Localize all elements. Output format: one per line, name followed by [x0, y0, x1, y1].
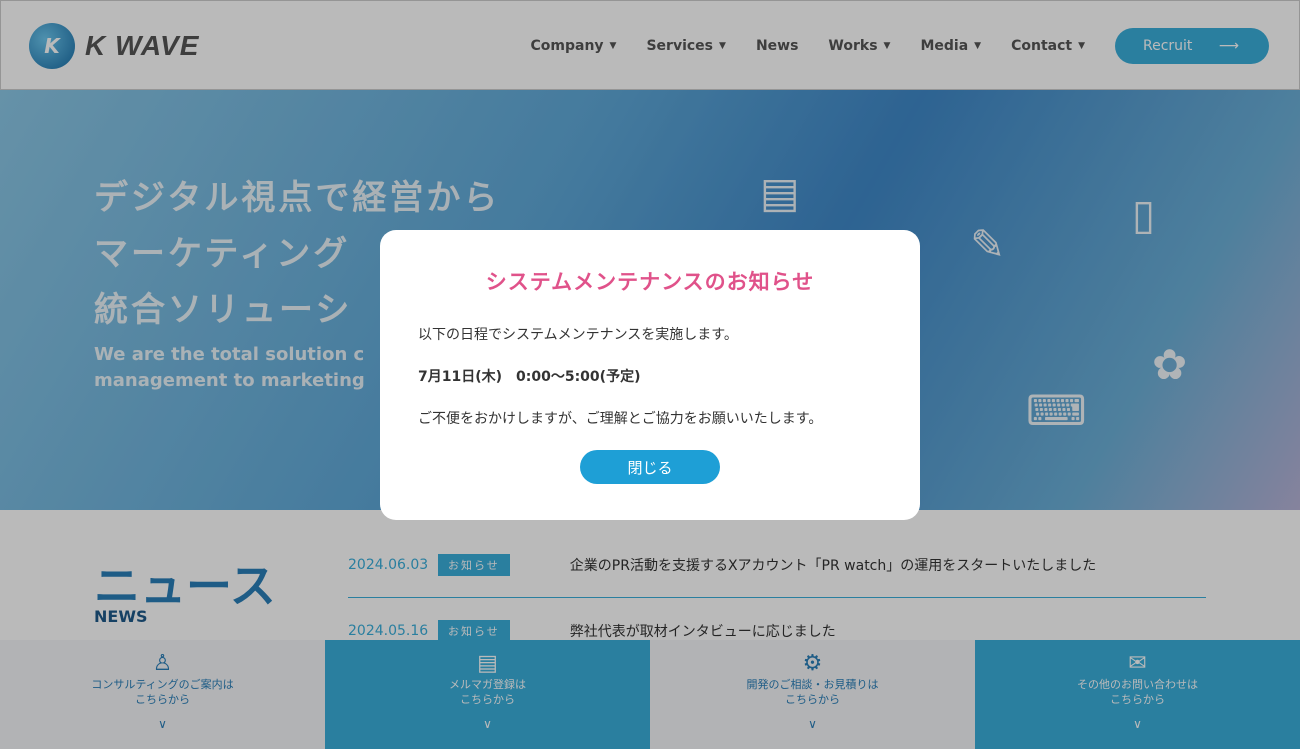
modal-text: 以下の日程でシステムメンテナンスを実施します。	[418, 327, 738, 343]
maintenance-modal: システムメンテナンスのお知らせ 以下の日程でシステムメンテナンスを実施します。 …	[380, 230, 920, 520]
modal-title: システムメンテナンスのお知らせ	[485, 270, 815, 294]
close-button[interactable]: 閉じる	[580, 450, 720, 484]
modal-text: ご不便をおかけしますが、ご理解とご協力をお願いいたします。	[418, 411, 823, 427]
modal-schedule: 7月11日(木) 0:00〜5:00(予定)	[418, 369, 641, 385]
